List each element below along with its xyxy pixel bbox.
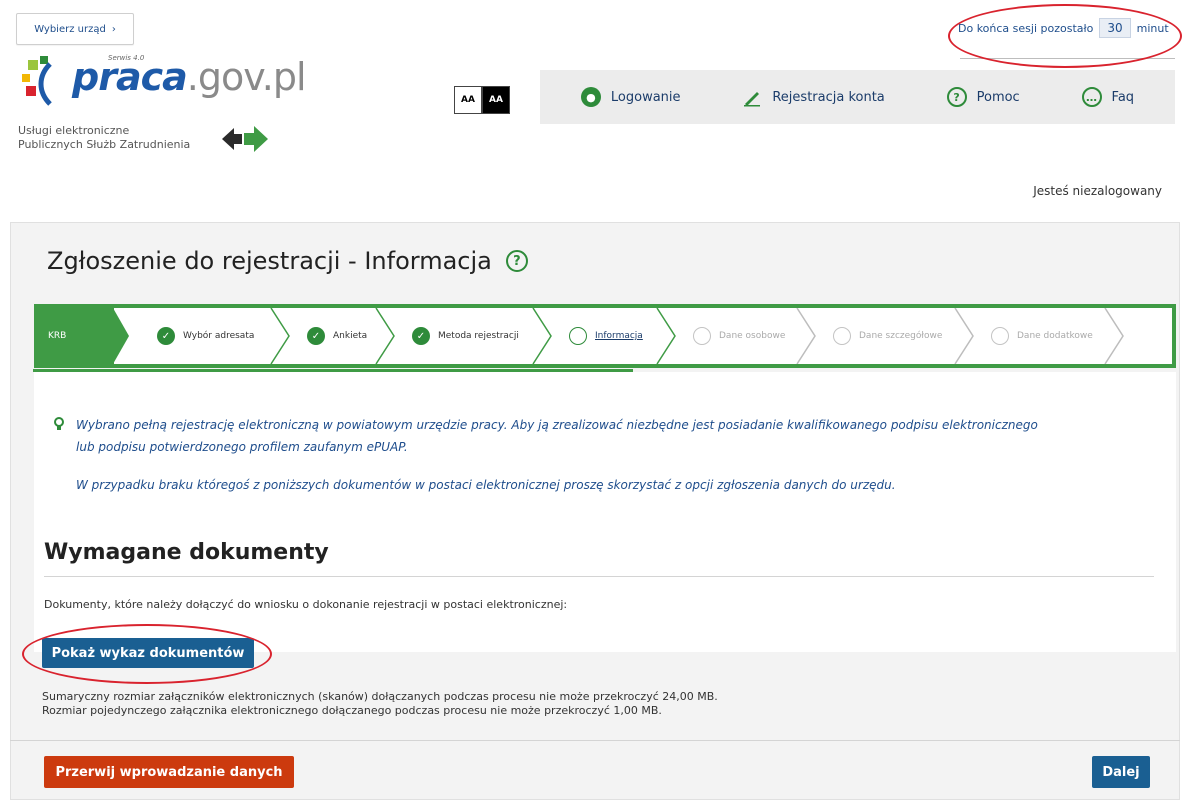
choose-office-button[interactable]: Wybierz urząd › bbox=[16, 13, 134, 45]
contrast-switch: AA AA bbox=[454, 86, 510, 114]
person-icon: ● bbox=[580, 87, 601, 107]
psz-arrows-icon bbox=[222, 126, 268, 152]
step-label: Dane dodatkowe bbox=[1017, 331, 1093, 341]
step-chevron-icon bbox=[1104, 308, 1124, 364]
question-icon: ? bbox=[946, 87, 967, 107]
session-label-before: Do końca sesji pozostało bbox=[958, 21, 1094, 35]
tagline-line1: Usługi elektroniczne bbox=[18, 124, 130, 137]
session-label-after: minut bbox=[1136, 21, 1169, 35]
registration-stepper: KRB ✓ Wybór adresata ✓ Ankieta ✓ Metoda … bbox=[34, 304, 1176, 368]
check-icon: ✓ bbox=[307, 327, 325, 345]
page-title: Zgłoszenie do rejestracji - Informacja ? bbox=[47, 247, 528, 275]
info-line2: W przypadku braku któregoś z poniższych … bbox=[76, 478, 896, 492]
circle-icon bbox=[569, 327, 587, 345]
cancel-entry-button[interactable]: Przerwij wprowadzanie danych bbox=[44, 756, 294, 788]
check-icon: ✓ bbox=[412, 327, 430, 345]
choose-office-label: Wybierz urząd bbox=[34, 23, 106, 35]
nav-help[interactable]: ? Pomoc bbox=[946, 87, 1020, 107]
pencil-icon bbox=[744, 92, 761, 107]
step-krb: KRB bbox=[38, 308, 114, 364]
nav-help-label: Pomoc bbox=[976, 89, 1020, 105]
step-ankieta[interactable]: ✓ Ankieta bbox=[281, 308, 395, 364]
top-navigation: ● Logowanie Rejestracja konta ? Pomoc … … bbox=[540, 70, 1175, 124]
lightbulb-icon bbox=[54, 417, 64, 430]
step-label: Metoda rejestracji bbox=[438, 331, 519, 341]
info-line1: Wybrano pełną rejestrację elektroniczną … bbox=[76, 418, 1038, 454]
check-icon: ✓ bbox=[157, 327, 175, 345]
circle-icon bbox=[833, 327, 851, 345]
step-metoda-rejestracji[interactable]: ✓ Metoda rejestracji bbox=[386, 308, 552, 364]
required-documents-description: Dokumenty, które należy dołączyć do wnio… bbox=[44, 598, 568, 611]
contrast-normal-button[interactable]: AA bbox=[454, 86, 482, 114]
show-documents-button[interactable]: Pokaż wykaz dokumentów bbox=[42, 638, 254, 668]
logo-flag-icon bbox=[22, 56, 52, 106]
page-title-text: Zgłoszenie do rejestracji - Informacja bbox=[47, 247, 492, 275]
step-dane-dodatkowe[interactable]: Dane dodatkowe bbox=[965, 308, 1124, 364]
chevron-right-icon: › bbox=[111, 23, 116, 35]
section-divider bbox=[44, 576, 1154, 577]
session-timer: Do końca sesji pozostało 30 minut bbox=[958, 18, 1169, 38]
footer-divider bbox=[10, 740, 1180, 741]
nav-login[interactable]: ● Logowanie bbox=[580, 87, 681, 107]
nav-login-label: Logowanie bbox=[610, 89, 681, 105]
limit-single: Rozmiar pojedynczego załącznika elektron… bbox=[42, 704, 662, 717]
help-icon[interactable]: ? bbox=[505, 250, 528, 272]
step-label: Ankieta bbox=[333, 331, 368, 341]
tagline-line2: Publicznych Służb Zatrudnienia bbox=[18, 138, 191, 151]
step-label: Wybór adresata bbox=[183, 331, 255, 341]
nav-register-account[interactable]: Rejestracja konta bbox=[742, 87, 885, 107]
tagline: Usługi elektroniczne Publicznych Służb Z… bbox=[18, 124, 190, 152]
logo-text-main: praca bbox=[72, 55, 188, 99]
step-label: Dane szczegółowe bbox=[859, 331, 943, 341]
step-dane-szczegolowe[interactable]: Dane szczegółowe bbox=[807, 308, 974, 364]
contrast-high-button[interactable]: AA bbox=[482, 86, 510, 114]
nav-faq[interactable]: … Faq bbox=[1081, 87, 1135, 107]
info-message: Wybrano pełną rejestrację elektroniczną … bbox=[54, 414, 1054, 458]
attachment-limits: Sumaryczny rozmiar załączników elektroni… bbox=[42, 690, 718, 718]
chat-icon: … bbox=[1081, 87, 1102, 107]
step-krb-arrow bbox=[113, 308, 129, 364]
step-informacja[interactable]: Informacja bbox=[543, 308, 676, 364]
circle-icon bbox=[991, 327, 1009, 345]
session-divider bbox=[960, 58, 1175, 59]
session-minutes: 30 bbox=[1099, 18, 1131, 38]
step-wybor-adresata[interactable]: ✓ Wybór adresata bbox=[131, 308, 290, 364]
login-status: Jesteś niezalogowany bbox=[1033, 184, 1162, 198]
info-content: Wybrano pełną rejestrację elektroniczną … bbox=[34, 372, 1176, 652]
nav-register-label: Rejestracja konta bbox=[772, 89, 885, 105]
nav-faq-label: Faq bbox=[1111, 89, 1135, 105]
next-button[interactable]: Dalej bbox=[1092, 756, 1150, 788]
required-documents-heading: Wymagane dokumenty bbox=[44, 540, 329, 565]
logo-text-domain: .gov.pl bbox=[186, 55, 307, 99]
site-logo[interactable]: Serwis 4.0 praca.gov.pl bbox=[18, 52, 307, 110]
limit-total: Sumaryczny rozmiar załączników elektroni… bbox=[42, 690, 718, 703]
step-label: Informacja bbox=[595, 331, 643, 341]
circle-icon bbox=[693, 327, 711, 345]
step-krb-label: KRB bbox=[48, 331, 67, 341]
logo-text: praca.gov.pl bbox=[72, 52, 307, 102]
step-label: Dane osobowe bbox=[719, 331, 786, 341]
step-dane-osobowe[interactable]: Dane osobowe bbox=[667, 308, 816, 364]
